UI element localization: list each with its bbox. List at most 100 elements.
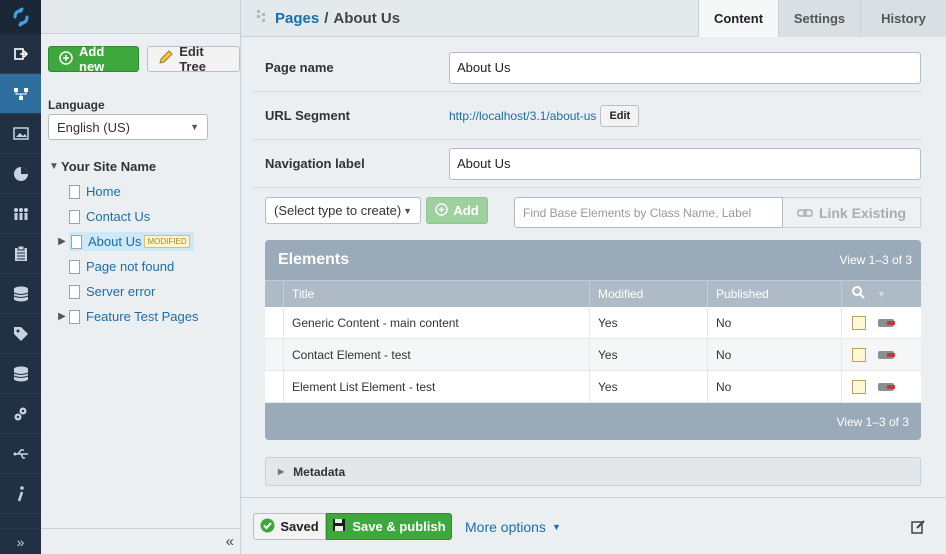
row-modified: Yes xyxy=(589,307,707,338)
unlink-icon[interactable] xyxy=(878,350,895,359)
caret-down-icon: ▼ xyxy=(551,522,561,532)
table-row[interactable]: Contact Element - test Yes No xyxy=(265,339,921,371)
save-publish-button[interactable]: Save & publish xyxy=(326,513,452,540)
chevron-down-icon[interactable]: ▼ xyxy=(877,289,886,299)
table-row[interactable]: Element List Element - test Yes No xyxy=(265,371,921,403)
row-actions xyxy=(841,339,921,370)
breadcrumb-tree-icon xyxy=(256,9,270,27)
security-icon[interactable] xyxy=(0,194,41,234)
unlink-icon[interactable] xyxy=(878,382,895,391)
reports-icon[interactable] xyxy=(0,154,41,194)
tree-node-label: Server error xyxy=(86,284,156,299)
tree-node-label: Contact Us xyxy=(86,209,151,224)
grid-title-bar: Elements View 1–3 of 3 xyxy=(265,240,921,280)
gears-icon[interactable] xyxy=(0,394,41,434)
more-options-label: More options xyxy=(465,519,546,535)
tabset: Content Settings History xyxy=(698,0,946,37)
database-icon[interactable] xyxy=(0,274,41,314)
elements-toolbar: (Select type to create) ▼ Add Find Base … xyxy=(265,197,921,229)
drag-handle[interactable] xyxy=(265,371,283,402)
selected-node: About Us MODIFIED xyxy=(69,232,194,251)
preview-edit-icon[interactable] xyxy=(911,519,926,537)
sitetree-icon[interactable] xyxy=(0,74,41,114)
tree-node-home[interactable]: Home xyxy=(47,179,237,204)
url-edit-button[interactable]: Edit xyxy=(600,104,640,127)
tree-node-about-us[interactable]: ▶ About Us MODIFIED xyxy=(47,229,237,254)
info-icon[interactable] xyxy=(0,474,41,514)
grid-title: Elements xyxy=(278,251,350,268)
link-existing-button[interactable]: Link Existing xyxy=(783,197,921,228)
breadcrumb-current: About Us xyxy=(333,9,401,27)
navigation-label-input[interactable]: About Us xyxy=(449,147,921,180)
row-published: No xyxy=(707,371,841,402)
tag-icon[interactable] xyxy=(0,314,41,354)
edit-tree-button[interactable]: Edit Tree xyxy=(147,44,240,74)
tab-history[interactable]: History xyxy=(860,0,946,37)
save-publish-label: Save & publish xyxy=(352,519,446,534)
tab-content[interactable]: Content xyxy=(698,0,778,37)
chevron-down-icon: ▼ xyxy=(403,205,412,216)
element-type-select[interactable]: (Select type to create) ▼ xyxy=(265,197,421,224)
tree-header xyxy=(41,0,240,34)
metadata-toggle[interactable]: ▶ Metadata xyxy=(265,457,921,486)
logo-icon[interactable] xyxy=(0,0,41,34)
drag-handle[interactable] xyxy=(265,339,283,370)
drag-column-header xyxy=(265,281,283,307)
drag-handle[interactable] xyxy=(265,307,283,338)
expanded-arrow-icon[interactable]: ▼ xyxy=(47,161,61,172)
find-elements-input[interactable]: Find Base Elements by Class Name, Label xyxy=(514,197,783,228)
edit-icon[interactable] xyxy=(852,347,866,362)
error-page-icon xyxy=(69,284,80,299)
collapse-panel-button[interactable]: « xyxy=(41,528,240,554)
breadcrumb-pages-link[interactable]: Pages xyxy=(275,10,319,27)
url-segment-link[interactable]: http://localhost/3.1/about-us xyxy=(449,109,596,123)
content-fields: Page name About Us URL Segment http://lo… xyxy=(253,44,921,188)
add-new-button[interactable]: Add new xyxy=(48,44,140,74)
collapsed-arrow-icon[interactable]: ▶ xyxy=(55,311,69,322)
edit-form: Pages / About Us Content Settings Histor… xyxy=(241,0,946,554)
usb-icon[interactable] xyxy=(0,434,41,474)
table-row[interactable]: Generic Content - main content Yes No xyxy=(265,307,921,339)
clipboard-icon[interactable] xyxy=(0,234,41,274)
collapsed-arrow-icon[interactable]: ▶ xyxy=(55,236,69,247)
navigation-label-label: Navigation label xyxy=(265,156,365,171)
tree-root[interactable]: ▼ Your Site Name xyxy=(47,154,237,179)
grid-footer: View 1–3 of 3 xyxy=(265,403,921,440)
edit-icon[interactable] xyxy=(852,315,866,330)
tree-node-label: Feature Test Pages xyxy=(86,309,199,324)
page-name-label: Page name xyxy=(265,60,334,75)
page-icon xyxy=(71,234,82,249)
column-header-title[interactable]: Title xyxy=(283,281,589,307)
collapsed-arrow-icon: ▶ xyxy=(278,467,285,476)
unlink-icon[interactable] xyxy=(878,318,895,327)
edit-icon[interactable] xyxy=(852,379,866,394)
sign-out-icon[interactable] xyxy=(0,34,41,74)
expand-menu-button[interactable]: » xyxy=(0,528,41,554)
saved-button[interactable]: Saved xyxy=(253,513,326,540)
tree-node-page-not-found[interactable]: Page not found xyxy=(47,254,237,279)
images-icon[interactable] xyxy=(0,114,41,154)
edit-tree-label: Edit Tree xyxy=(179,44,206,74)
tree-node-feature-test-pages[interactable]: ▶ Feature Test Pages xyxy=(47,304,237,329)
page-name-input[interactable]: About Us xyxy=(449,51,921,84)
grid-footer-count: View 1–3 of 3 xyxy=(836,414,910,429)
column-header-published[interactable]: Published xyxy=(707,281,841,307)
page-icon xyxy=(69,309,80,324)
plus-circle-icon xyxy=(435,202,449,219)
tab-settings[interactable]: Settings xyxy=(778,0,860,37)
add-element-button[interactable]: Add xyxy=(426,197,488,224)
error-page-icon xyxy=(69,259,80,274)
plus-circle-icon xyxy=(59,50,73,68)
language-select[interactable]: English (US) ▼ xyxy=(48,114,208,140)
link-icon xyxy=(797,205,813,221)
metadata-label: Metadata xyxy=(293,464,346,479)
column-header-modified[interactable]: Modified xyxy=(589,281,707,307)
more-options-button[interactable]: More options ▼ xyxy=(465,519,561,535)
search-icon[interactable] xyxy=(852,286,865,302)
database-2-icon[interactable] xyxy=(0,354,41,394)
disk-icon xyxy=(332,518,346,535)
site-name: Your Site Name xyxy=(61,159,157,174)
tree-node-server-error[interactable]: Server error xyxy=(47,279,237,304)
tree-node-contact-us[interactable]: Contact Us xyxy=(47,204,237,229)
elements-grid: Elements View 1–3 of 3 Title Modified Pu… xyxy=(265,240,921,440)
